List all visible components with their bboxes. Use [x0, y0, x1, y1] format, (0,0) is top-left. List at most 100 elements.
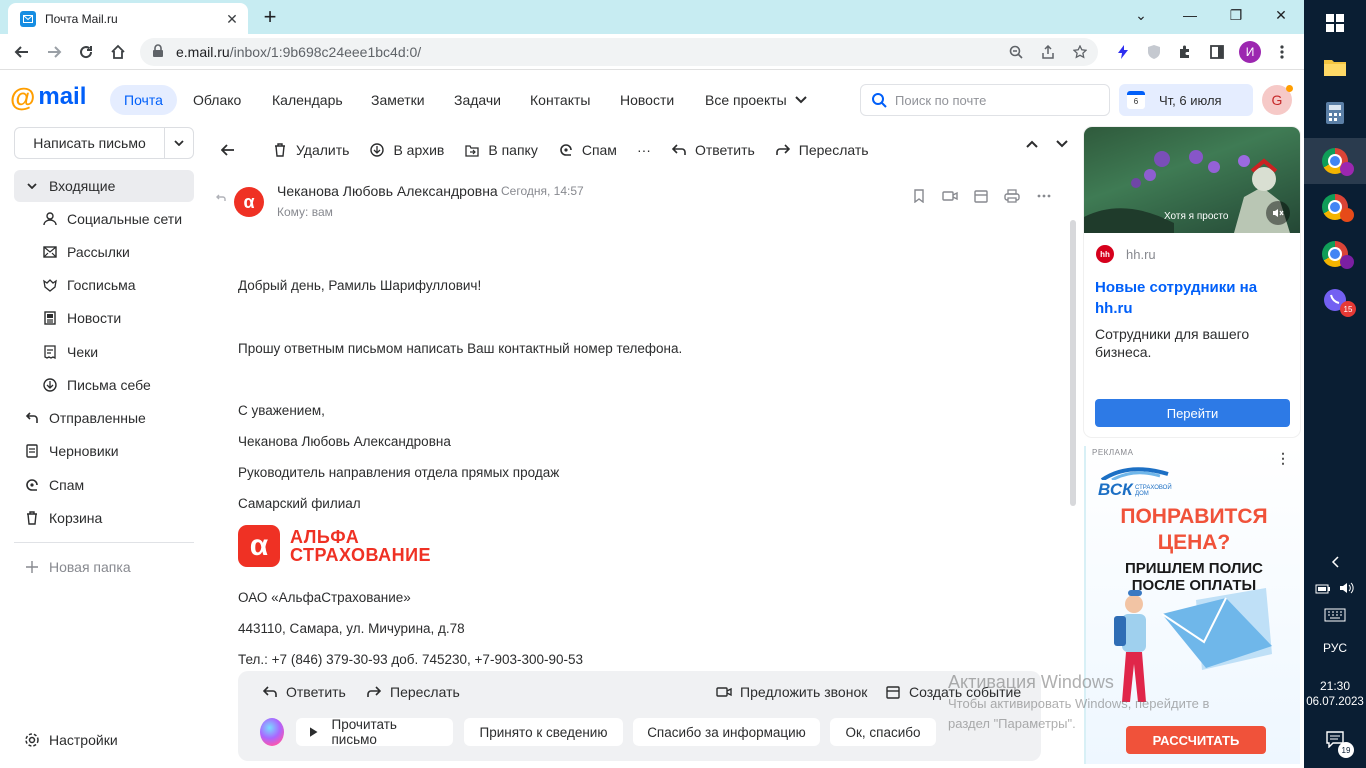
zoom-icon[interactable]	[1008, 44, 1024, 60]
action-center[interactable]: 19	[1304, 730, 1366, 760]
sender-avatar[interactable]: α	[234, 187, 264, 217]
taskbar-viber[interactable]: 15	[1304, 277, 1366, 323]
folder-spam[interactable]: Спам	[14, 469, 194, 501]
browser-menu-icon[interactable]	[1270, 40, 1294, 64]
search-input[interactable]: Поиск по почте	[860, 84, 1110, 116]
forward-button[interactable]: Переслать	[775, 135, 869, 165]
nav-news[interactable]: Новости	[606, 85, 688, 115]
taskbar-calculator[interactable]	[1304, 90, 1366, 136]
bookmark-star-icon[interactable]	[1072, 44, 1088, 60]
video-call-icon[interactable]	[942, 189, 958, 203]
ad-go-button[interactable]: Перейти	[1095, 399, 1290, 427]
folder-social[interactable]: Социальные сети	[14, 203, 194, 235]
taskbar-file-explorer[interactable]	[1304, 44, 1366, 90]
sender-name[interactable]: Чеканова Любовь Александровна	[277, 183, 498, 199]
compose-label[interactable]: Написать письмо	[15, 128, 165, 158]
user-avatar[interactable]: G	[1262, 85, 1293, 115]
ad-menu-icon[interactable]: ⋮	[1276, 450, 1290, 467]
touch-keyboard-icon[interactable]	[1304, 608, 1366, 625]
nav-tasks[interactable]: Задачи	[440, 85, 515, 115]
nav-contacts[interactable]: Контакты	[516, 85, 604, 115]
quick-forward-button[interactable]: Переслать	[366, 684, 460, 700]
ad-vsk[interactable]: РЕКЛАМА ⋮ ВСК СТРАХОВОЙ ДОМ ПОНРАВИТСЯ Ц…	[1084, 446, 1300, 764]
folder-self[interactable]: Письма себе	[14, 369, 194, 401]
tab-search-icon[interactable]: ⌄	[1126, 4, 1156, 26]
start-button[interactable]	[1304, 0, 1366, 46]
suggest-call-button[interactable]: Предложить звонок	[716, 684, 867, 700]
read-aloud-chip[interactable]: Прочитать письмо	[296, 717, 453, 747]
folder-sent[interactable]: Отправленные	[14, 402, 194, 434]
side-panel-icon[interactable]	[1205, 40, 1229, 64]
mail-logo[interactable]: @ mail	[10, 84, 86, 111]
message-scrollbar[interactable]	[1070, 220, 1076, 506]
chevron-down-icon[interactable]	[1056, 140, 1068, 148]
more-horizontal-icon[interactable]	[1036, 189, 1052, 203]
mute-icon[interactable]	[1266, 201, 1290, 225]
nav-calendar[interactable]: Календарь	[258, 85, 357, 115]
spam-button[interactable]: Спам	[558, 135, 617, 165]
tray-network-volume[interactable]	[1304, 582, 1366, 597]
quick-answer-chip[interactable]: Спасибо за информацию	[633, 718, 820, 746]
ad-calculate-button[interactable]: РАССЧИТАТЬ	[1126, 726, 1266, 754]
archive-button[interactable]: В архив	[369, 135, 444, 165]
new-tab-button[interactable]: +	[258, 6, 282, 30]
chevron-down-icon[interactable]	[24, 178, 40, 194]
taskbar-chrome-active[interactable]	[1304, 138, 1366, 184]
tab-close-icon[interactable]: ✕	[224, 11, 240, 27]
extension-bolt-icon[interactable]	[1111, 40, 1135, 64]
address-bar[interactable]: e.mail.ru/inbox/1:9b698c24eee1bc4d:0/	[140, 38, 1098, 66]
clock-time[interactable]: 21:30	[1304, 679, 1366, 693]
profile-avatar[interactable]: И	[1238, 40, 1262, 64]
ai-assistant-icon[interactable]	[260, 718, 284, 746]
nav-notes[interactable]: Заметки	[357, 85, 439, 115]
calendar-icon[interactable]	[974, 189, 988, 203]
browser-tab[interactable]: Почта Mail.ru ✕	[8, 3, 248, 34]
chevron-up-icon[interactable]	[1026, 140, 1038, 148]
back-to-list-button[interactable]	[220, 135, 244, 165]
tray-expand-icon[interactable]	[1304, 556, 1366, 571]
restore-button[interactable]: ❐	[1221, 4, 1251, 26]
create-event-button[interactable]: Создать событие	[885, 684, 1021, 700]
ad-video[interactable]: Хотя я просто	[1084, 127, 1300, 233]
clock-date[interactable]: 06.07.2023	[1304, 696, 1366, 708]
settings-button[interactable]: Настройки	[14, 724, 194, 756]
ad-headline[interactable]: Новые сотрудники на hh.ru	[1095, 277, 1291, 319]
taskbar-chrome-profile-3[interactable]	[1304, 231, 1366, 277]
back-icon[interactable]	[10, 40, 34, 64]
bookmark-icon[interactable]	[912, 189, 926, 203]
compose-button[interactable]: Написать письмо	[14, 127, 194, 159]
extensions-puzzle-icon[interactable]	[1173, 40, 1197, 64]
quick-answer-chip[interactable]: Ок, спасибо	[830, 718, 936, 746]
ad-hh[interactable]: Хотя я просто hh hh.ru Новые сотрудники …	[1084, 127, 1300, 437]
input-language[interactable]: РУС	[1304, 641, 1366, 655]
close-window-button[interactable]: ✕	[1266, 4, 1296, 26]
folder-newsletters[interactable]: Рассылки	[14, 236, 194, 268]
calendar-widget[interactable]: 6 Чт, 6 июля	[1119, 84, 1253, 116]
delete-button[interactable]: Удалить	[272, 135, 349, 165]
move-to-folder-button[interactable]: В папку	[464, 135, 538, 165]
quick-answer-chip[interactable]: Принято к сведению	[464, 718, 623, 746]
folder-drafts[interactable]: Черновики	[14, 435, 194, 467]
share-icon[interactable]	[1040, 44, 1056, 60]
reply-button[interactable]: Ответить	[671, 135, 755, 165]
nav-cloud[interactable]: Облако	[179, 85, 255, 115]
new-folder-button[interactable]: Новая папка	[14, 551, 194, 583]
folder-news[interactable]: Новости	[14, 302, 194, 334]
extension-shield-icon[interactable]	[1142, 40, 1166, 64]
folder-receipts[interactable]: Чеки	[14, 336, 194, 368]
quick-reply-button[interactable]: Ответить	[262, 684, 346, 700]
home-icon[interactable]	[106, 40, 130, 64]
print-icon[interactable]	[1004, 189, 1020, 203]
folder-trash[interactable]: Корзина	[14, 502, 194, 534]
reload-icon[interactable]	[74, 40, 98, 64]
folder-gov[interactable]: Госписьма	[14, 269, 194, 301]
more-button[interactable]: ···	[637, 135, 651, 165]
compose-dropdown-icon[interactable]	[165, 128, 193, 158]
nav-mail[interactable]: Почта	[110, 85, 177, 115]
forward-icon[interactable]	[42, 40, 66, 64]
taskbar-chrome-profile-2[interactable]	[1304, 184, 1366, 230]
message-recipients[interactable]: Кому: вам	[277, 205, 333, 219]
nav-all-projects[interactable]: Все проекты	[691, 85, 821, 115]
folder-inbox[interactable]: Входящие	[14, 170, 194, 202]
lock-icon[interactable]	[152, 43, 164, 61]
